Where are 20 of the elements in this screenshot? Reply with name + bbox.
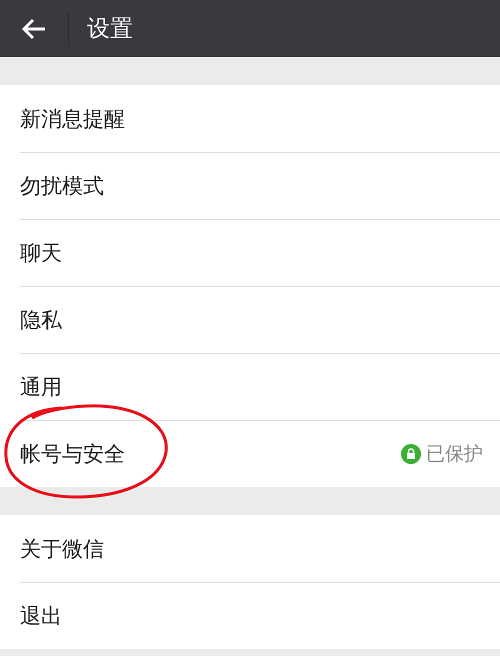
item-label: 通用 bbox=[20, 374, 63, 400]
settings-item[interactable]: 通用 bbox=[0, 353, 500, 420]
page-title: 设置 bbox=[87, 15, 133, 44]
settings-item[interactable]: 新消息提醒 bbox=[0, 85, 500, 152]
item-label: 新消息提醒 bbox=[20, 106, 126, 132]
item-label: 隐私 bbox=[20, 306, 63, 334]
status-text: 已保护 bbox=[426, 442, 483, 466]
settings-item[interactable]: 勿扰模式 bbox=[0, 152, 500, 219]
item-label: 关于微信 bbox=[20, 536, 105, 562]
settings-item[interactable]: 隐私 bbox=[0, 286, 500, 353]
item-label: 勿扰模式 bbox=[20, 172, 105, 200]
settings-item[interactable]: 帐号与安全 已保护 bbox=[0, 420, 500, 487]
item-label: 退出 bbox=[20, 602, 63, 630]
item-label: 帐号与安全 bbox=[20, 440, 126, 468]
item-label: 聊天 bbox=[20, 240, 63, 266]
back-arrow-icon bbox=[21, 16, 47, 40]
settings-item[interactable]: 退出 bbox=[0, 582, 500, 649]
settings-item[interactable]: 聊天 bbox=[0, 219, 500, 286]
lock-icon bbox=[401, 444, 421, 464]
settings-item[interactable]: 关于微信 bbox=[0, 515, 500, 582]
